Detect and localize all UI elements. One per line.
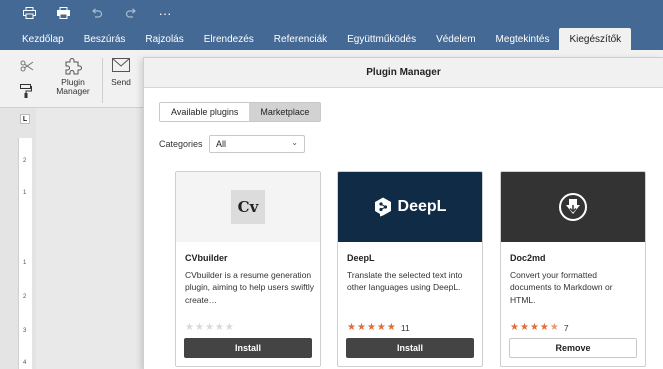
categories-select[interactable]: All ⌄ bbox=[209, 135, 305, 153]
print-preview-icon[interactable] bbox=[56, 6, 70, 20]
plugin-banner: Cv bbox=[176, 172, 320, 242]
scissors-icon[interactable] bbox=[20, 60, 34, 75]
print-icon[interactable] bbox=[22, 6, 36, 20]
deepl-logo-icon bbox=[374, 197, 392, 217]
star-icon: ★ bbox=[510, 322, 519, 333]
plugin-name: Doc2md bbox=[510, 253, 546, 263]
vertical-ruler: 2 1 1 2 3 4 bbox=[18, 138, 32, 369]
install-button[interactable]: Install bbox=[184, 338, 312, 358]
plugin-name: DeepL bbox=[347, 253, 375, 263]
star-icon: ★ bbox=[539, 322, 549, 333]
ruler-mark: 2 bbox=[23, 294, 27, 300]
envelope-icon bbox=[112, 58, 130, 74]
cvbuilder-logo: Cv bbox=[231, 190, 265, 224]
plugin-card-doc2md: Doc2md Convert your formatted documents … bbox=[500, 171, 646, 367]
tab-kezdolap[interactable]: Kezdőlap bbox=[12, 28, 74, 50]
plugin-card-cvbuilder: Cv CVbuilder CVbuilder is a resume gener… bbox=[175, 171, 321, 367]
star-icon: ★ bbox=[347, 322, 356, 333]
dialog-title: Plugin Manager bbox=[144, 58, 663, 88]
paint-roller-icon[interactable] bbox=[20, 84, 32, 101]
plugin-manager-button[interactable]: Plugin Manager bbox=[53, 56, 93, 96]
tab-beszuras[interactable]: Beszúrás bbox=[74, 28, 136, 50]
tab-vedelem[interactable]: Védelem bbox=[426, 28, 485, 50]
tab-kiegeszitok[interactable]: Kiegészítők bbox=[559, 28, 632, 50]
download-circle-icon bbox=[558, 192, 588, 222]
plugin-name: CVbuilder bbox=[185, 253, 228, 263]
tab-marketplace[interactable]: Marketplace bbox=[249, 103, 321, 121]
plugin-rating: ★ ★ ★ ★ ★ bbox=[185, 322, 234, 333]
rating-count: 7 bbox=[563, 322, 569, 333]
chevron-down-icon: ⌄ bbox=[291, 138, 298, 147]
deepl-logo-text: DeepL bbox=[397, 198, 447, 215]
categories-value: All bbox=[216, 139, 227, 149]
star-icon: ★ bbox=[356, 322, 366, 333]
ribbon-tabs: Kezdőlap Beszúrás Rajzolás Elrendezés Re… bbox=[0, 26, 663, 50]
install-button[interactable]: Install bbox=[346, 338, 474, 358]
quick-access-toolbar: ··· bbox=[0, 0, 663, 26]
tab-megtekintes[interactable]: Megtekintés bbox=[486, 28, 560, 50]
star-icon: ★ bbox=[529, 322, 539, 333]
star-icon: ★ bbox=[386, 322, 396, 333]
rating-count: 11 bbox=[400, 322, 410, 333]
ruler-mark: 3 bbox=[23, 328, 27, 334]
plugin-banner bbox=[501, 172, 645, 242]
tab-egyuttmukodes[interactable]: Együttműködés bbox=[337, 28, 426, 50]
star-icon: ★ bbox=[185, 322, 194, 333]
plugin-rating: ★ ★ ★ ★ ★ 7 bbox=[510, 322, 569, 333]
ruler-mark: 2 bbox=[23, 158, 27, 164]
ribbon-divider bbox=[102, 58, 103, 103]
redo-icon[interactable] bbox=[124, 6, 138, 20]
plugin-manager-dialog: Plugin Manager Available plugins Marketp… bbox=[143, 57, 663, 369]
star-icon: ★ bbox=[214, 322, 224, 333]
plugin-manager-label-line2: Manager bbox=[56, 85, 90, 96]
plugin-description: Convert your formatted documents to Mark… bbox=[510, 270, 613, 305]
tab-stop-selector[interactable]: L bbox=[20, 114, 30, 124]
remove-button[interactable]: Remove bbox=[509, 338, 637, 358]
undo-icon[interactable] bbox=[90, 6, 104, 20]
plugin-source-tabs: Available plugins Marketplace bbox=[159, 102, 322, 122]
tab-referenciak[interactable]: Referenciák bbox=[264, 28, 337, 50]
categories-label: Categories bbox=[159, 139, 203, 149]
more-icon[interactable]: ··· bbox=[158, 6, 172, 20]
plugin-rating: ★ ★ ★ ★ ★ 11 bbox=[347, 322, 410, 333]
send-button[interactable]: Send bbox=[106, 58, 136, 87]
plugin-description: Translate the selected text into other l… bbox=[347, 270, 463, 293]
tab-elrendezes[interactable]: Elrendezés bbox=[194, 28, 264, 50]
star-icon: ★ bbox=[376, 322, 386, 333]
star-icon: ★ bbox=[194, 322, 204, 333]
plugin-card-deepl: DeepL DeepL Translate the selected text … bbox=[337, 171, 483, 367]
half-star-icon: ★ bbox=[549, 322, 559, 333]
ruler-mark: 4 bbox=[23, 360, 27, 366]
plugin-description: CVbuilder is a resume generation plugin,… bbox=[185, 270, 314, 305]
star-icon: ★ bbox=[366, 322, 376, 333]
puzzle-icon bbox=[63, 56, 83, 78]
send-label: Send bbox=[111, 76, 131, 87]
tab-available-plugins[interactable]: Available plugins bbox=[160, 103, 250, 121]
ruler-mark: 1 bbox=[23, 190, 27, 196]
star-icon: ★ bbox=[224, 322, 234, 333]
star-icon: ★ bbox=[204, 322, 214, 333]
plugin-banner: DeepL bbox=[338, 172, 482, 242]
tab-rajzolas[interactable]: Rajzolás bbox=[135, 28, 193, 50]
star-icon: ★ bbox=[519, 322, 529, 333]
cvbuilder-logo-text: Cv bbox=[237, 198, 259, 216]
ruler-mark: 1 bbox=[23, 260, 27, 266]
